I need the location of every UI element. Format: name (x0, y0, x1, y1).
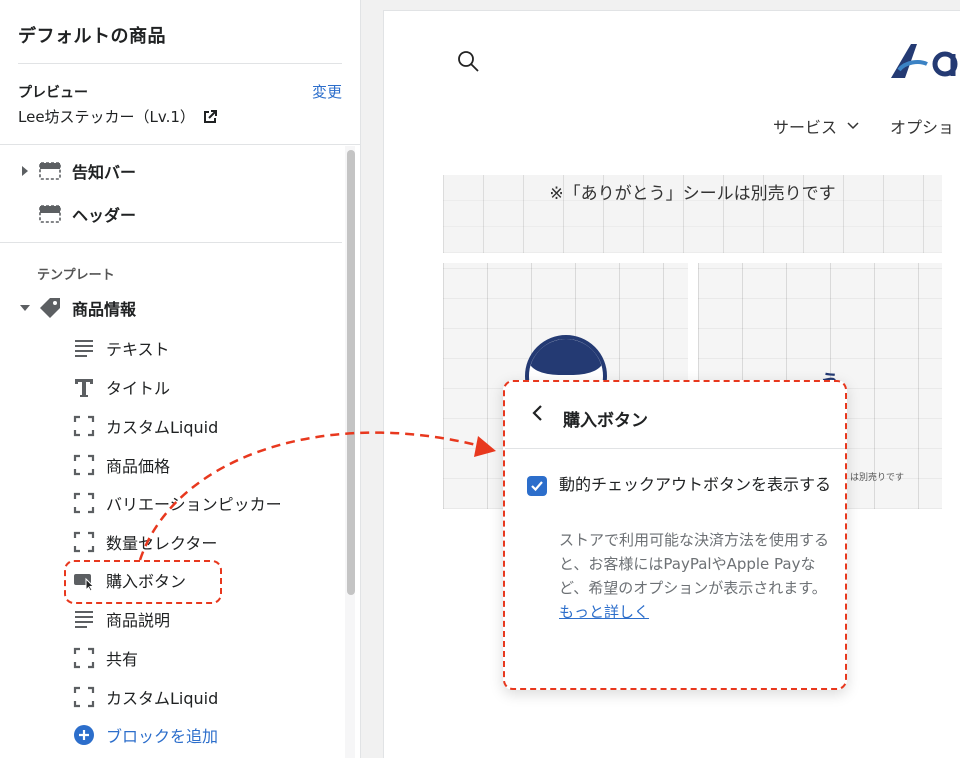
title-t-icon (72, 375, 96, 399)
section-label-template: テンプレート (37, 268, 115, 283)
text-lines-icon (72, 607, 96, 631)
preview-product[interactable]: Lee坊ステッカー（Lv.1） (18, 106, 217, 127)
nav-services-label: サービス (773, 118, 838, 137)
bracket-frame-icon (72, 491, 96, 515)
preview-product-name: Lee坊ステッカー（Lv.1） (18, 108, 195, 126)
buy-button-highlight (64, 560, 222, 604)
tile-small-text: は別売りです (850, 473, 905, 483)
sidebar-item-header[interactable]: ヘッダー (38, 202, 136, 226)
divider (0, 144, 360, 145)
block-item-label: 商品価格 (106, 457, 171, 476)
block-item-title[interactable]: タイトル (72, 375, 170, 399)
external-link-icon[interactable] (203, 109, 217, 124)
block-item-variant-picker[interactable]: バリエーションピッカー (72, 491, 282, 515)
plus-circle-icon (72, 723, 96, 747)
store-logo[interactable] (889, 40, 960, 80)
banner-text: ※「ありがとう」シールは別売りです (549, 184, 836, 204)
nav-options-label: オプショ (890, 118, 955, 137)
block-item-custom-liquid[interactable]: カスタムLiquid (72, 414, 218, 438)
dynamic-checkout-checkbox[interactable] (527, 476, 547, 496)
bracket-frame-icon (72, 646, 96, 670)
dynamic-checkout-label[interactable]: 動的チェックアウトボタンを表示する (559, 474, 837, 496)
sidebar: デフォルトの商品 プレビュー 変更 Lee坊ステッカー（Lv.1） 告知バー ヘ… (0, 0, 361, 758)
block-item-price[interactable]: 商品価格 (72, 453, 170, 477)
logo-mark-icon (891, 44, 958, 78)
block-item-label: 共有 (106, 650, 139, 669)
nav-options[interactable]: オプショ (890, 114, 954, 138)
header-icon (38, 202, 62, 226)
sidebar-item-product-info[interactable]: 商品情報 (20, 296, 136, 320)
announcement-bar-icon (38, 159, 62, 183)
block-item-quantity-selector[interactable]: 数量セレクター (72, 530, 217, 554)
divider (505, 448, 845, 449)
bracket-frame-icon (72, 414, 96, 438)
search-icon[interactable] (456, 49, 480, 73)
help-text: ストアで利用可能な決済方法を使用すると、お客様にはPayPalやApple Pa… (559, 528, 833, 624)
block-item-label: タイトル (106, 379, 171, 398)
text-lines-icon (72, 336, 96, 360)
bracket-frame-icon (72, 685, 96, 709)
buy-button-settings-panel: 購入ボタン 動的チェックアウトボタンを表示する ストアで利用可能な決済方法を使用… (503, 380, 847, 690)
preview-label: プレビュー (18, 85, 88, 101)
preview-change-link[interactable]: 変更 (312, 81, 342, 102)
block-item-custom-liquid-2[interactable]: カスタムLiquid (72, 685, 218, 709)
sidebar-item-announcement-bar[interactable]: 告知バー (20, 159, 136, 183)
help-text-body: ストアで利用可能な決済方法を使用すると、お客様にはPayPalやApple Pa… (559, 531, 830, 597)
caret-right-icon[interactable] (20, 166, 30, 176)
block-item-label: カスタムLiquid (106, 689, 219, 708)
block-item-label: 数量セレクター (106, 534, 218, 553)
block-item-text[interactable]: テキスト (72, 336, 170, 360)
block-item-share[interactable]: 共有 (72, 646, 138, 670)
divider (18, 63, 342, 64)
chevron-down-icon (847, 122, 859, 130)
sticker-hair (529, 339, 603, 375)
checkmark-icon (531, 481, 543, 492)
back-chevron-icon[interactable] (531, 404, 545, 422)
divider (0, 242, 342, 243)
block-item-label: 商品説明 (106, 611, 171, 630)
block-item-label: カスタムLiquid (106, 418, 219, 437)
sidebar-item-label: 告知バー (72, 163, 137, 182)
caret-down-icon[interactable] (20, 303, 30, 313)
product-banner-image: ※「ありがとう」シールは別売りです (443, 175, 942, 253)
add-block-label: ブロックを追加 (106, 727, 219, 746)
block-item-label: テキスト (106, 340, 170, 359)
sidebar-scrollbar-thumb[interactable] (347, 150, 355, 595)
tag-icon (38, 296, 62, 320)
bracket-frame-icon (72, 453, 96, 477)
sidebar-item-label: 商品情報 (72, 300, 137, 319)
panel-title: 購入ボタン (563, 411, 648, 431)
block-item-label: バリエーションピッカー (106, 495, 282, 514)
learn-more-link[interactable]: もっと詳しく (559, 603, 649, 621)
add-block-button[interactable]: ブロックを追加 (72, 723, 218, 747)
nav-services[interactable]: サービス (773, 114, 859, 138)
block-item-description[interactable]: 商品説明 (72, 607, 170, 631)
bracket-frame-icon (72, 530, 96, 554)
sidebar-title: デフォルトの商品 (18, 26, 166, 47)
sidebar-item-label: ヘッダー (72, 206, 137, 225)
